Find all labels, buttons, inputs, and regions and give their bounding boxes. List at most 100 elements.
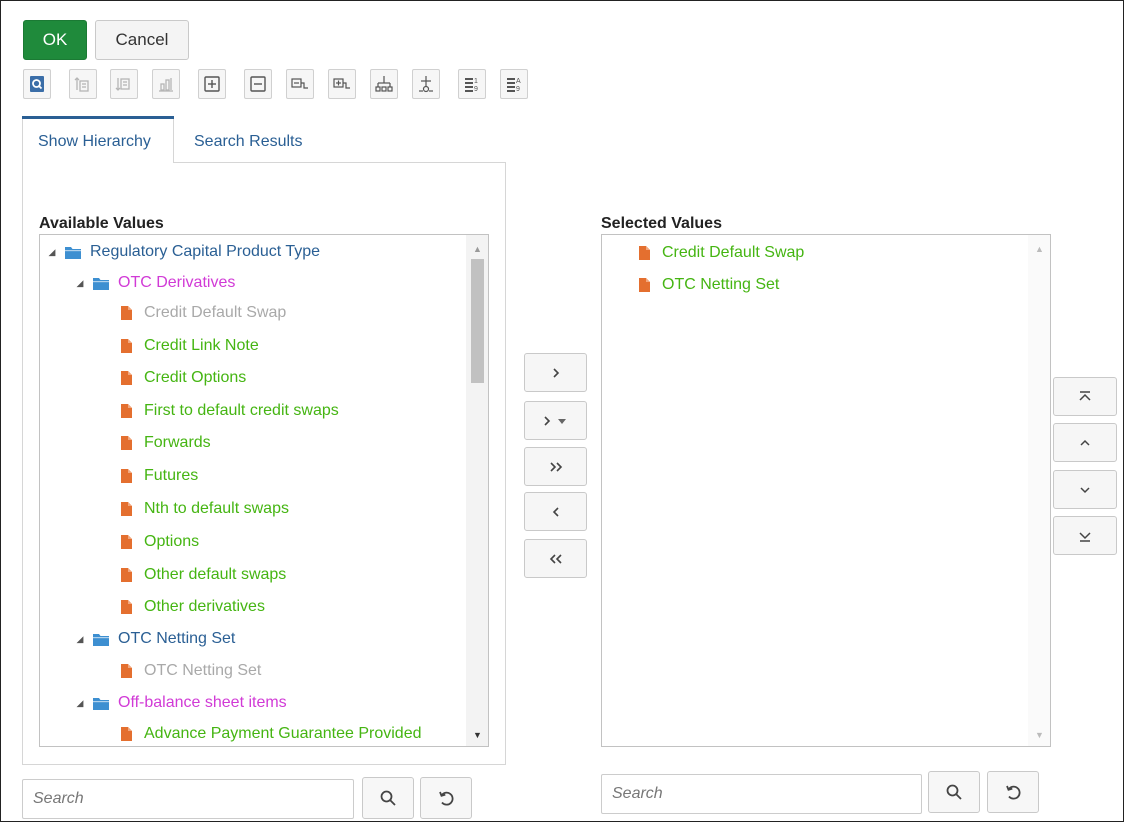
svg-text:A: A: [516, 78, 521, 85]
leaf-node-icon: [121, 436, 132, 450]
collapse-toggle-icon[interactable]: ◢: [74, 634, 86, 645]
leaf-node-icon: [639, 246, 650, 260]
find-icon[interactable]: [23, 69, 51, 99]
tree-leaf-node[interactable]: First to default credit swaps: [118, 398, 339, 424]
scroll-thumb[interactable]: [471, 259, 484, 383]
tree-node-label: Forwards: [144, 434, 211, 451]
move-left-button[interactable]: [524, 492, 587, 531]
leaf-node-icon: [121, 306, 132, 320]
tree-node-label: Other derivatives: [144, 598, 265, 615]
selected-scrollbar[interactable]: ▲ ▼: [1028, 235, 1050, 746]
tree-node-label: Credit Options: [144, 369, 247, 386]
tree-node-label: Nth to default swaps: [144, 500, 289, 517]
scroll-up-arrow[interactable]: ▲: [473, 244, 482, 254]
move-all-right-button[interactable]: [524, 447, 587, 486]
level-icon[interactable]: [152, 69, 180, 99]
reset-icon: [1006, 785, 1021, 800]
available-search-button[interactable]: [362, 777, 414, 819]
expand-branch-icon[interactable]: [286, 69, 314, 99]
active-tab-indicator: [22, 116, 174, 119]
leaf-node-icon: [121, 502, 132, 516]
selected-value-item[interactable]: Credit Default Swap: [636, 240, 804, 266]
reset-icon: [439, 791, 454, 806]
expand-icon[interactable]: [198, 69, 226, 99]
tree-node-label: Off-balance sheet items: [118, 694, 287, 711]
selected-search-button[interactable]: [928, 771, 980, 813]
collapse-toggle-icon[interactable]: ◢: [74, 278, 86, 289]
tab-border-right: [173, 119, 174, 163]
tree-leaf-node[interactable]: Futures: [118, 463, 198, 489]
svg-text:1: 1: [474, 78, 478, 85]
tree-leaf-node[interactable]: Credit Default Swap: [118, 300, 286, 326]
collapse-toggle-icon[interactable]: ◢: [46, 247, 58, 258]
available-values-heading: Available Values: [39, 215, 164, 232]
selected-reset-button[interactable]: [987, 771, 1039, 813]
tree-leaf-node[interactable]: Credit Options: [118, 365, 246, 391]
svg-text:9: 9: [474, 86, 478, 93]
selected-values-heading: Selected Values: [601, 215, 722, 232]
collapse-branch-icon[interactable]: [328, 69, 356, 99]
leaf-node-icon: [121, 404, 132, 418]
tree-leaf-node[interactable]: Options: [118, 529, 199, 555]
selected-value-item[interactable]: OTC Netting Set: [636, 272, 779, 298]
tree-leaf-node[interactable]: OTC Netting Set: [118, 658, 261, 684]
tree-folder-node[interactable]: ◢ OTC Netting Set: [74, 626, 236, 652]
available-search-input[interactable]: [22, 779, 354, 819]
leaf-node-icon: [639, 278, 650, 292]
show-hierarchy-icon[interactable]: [370, 69, 398, 99]
focus-icon[interactable]: [412, 69, 440, 99]
selected-search-input[interactable]: [601, 774, 922, 814]
folder-icon: [93, 634, 109, 646]
move-to-bottom-button[interactable]: [1053, 516, 1117, 555]
leaf-node-icon: [121, 600, 132, 614]
search-icon: [946, 784, 962, 800]
selected-value-label: Credit Default Swap: [662, 244, 805, 261]
tree-leaf-node[interactable]: Credit Link Note: [118, 333, 259, 359]
tab-show-hierarchy[interactable]: Show Hierarchy: [38, 133, 151, 151]
ok-button[interactable]: OK: [23, 20, 87, 60]
tree-folder-node[interactable]: ◢ OTC Derivatives: [74, 270, 236, 296]
tree-node-label: OTC Netting Set: [118, 630, 236, 647]
available-reset-button[interactable]: [420, 777, 472, 819]
tree-folder-node[interactable]: ◢ Off-balance sheet items: [74, 690, 287, 716]
available-scrollbar[interactable]: ▲ ▼: [466, 235, 488, 746]
leaf-node-icon: [121, 664, 132, 678]
move-all-left-button[interactable]: [524, 539, 587, 578]
tab-border-left: [22, 119, 23, 163]
move-down-icon[interactable]: [110, 69, 138, 99]
tree-node-label: Options: [144, 533, 200, 550]
move-right-button[interactable]: [524, 353, 587, 392]
selected-value-label: OTC Netting Set: [662, 276, 780, 293]
tree-node-label: Other default swaps: [144, 566, 287, 583]
scroll-down-arrow[interactable]: ▼: [1035, 730, 1044, 740]
scroll-up-arrow[interactable]: ▲: [1035, 244, 1044, 254]
leaf-node-icon: [121, 568, 132, 582]
tab-search-results[interactable]: Search Results: [194, 133, 303, 151]
svg-text:9: 9: [516, 86, 520, 93]
tree-leaf-node[interactable]: Other derivatives: [118, 594, 265, 620]
tree-node-label: OTC Derivatives: [118, 274, 236, 291]
leaf-node-icon: [121, 339, 132, 353]
move-selected-dropdown-button[interactable]: [524, 401, 587, 440]
tree-leaf-node[interactable]: Nth to default swaps: [118, 496, 289, 522]
scroll-down-arrow[interactable]: ▼: [473, 730, 482, 740]
selected-values-list[interactable]: ▲ ▼ Credit Default Swap OTC Netting Set: [601, 234, 1051, 747]
tree-node-label: OTC Netting Set: [144, 662, 262, 679]
leaf-node-icon: [121, 469, 132, 483]
sort-code-icon[interactable]: 19: [458, 69, 486, 99]
tree-folder-node[interactable]: ◢ Regulatory Capital Product Type: [46, 239, 321, 265]
tree-node-label: First to default credit swaps: [144, 402, 339, 419]
tree-leaf-node[interactable]: Other default swaps: [118, 562, 286, 588]
move-up-icon[interactable]: [69, 69, 97, 99]
collapse-icon[interactable]: [244, 69, 272, 99]
move-down-button[interactable]: [1053, 470, 1117, 509]
collapse-toggle-icon[interactable]: ◢: [74, 698, 86, 709]
move-up-button[interactable]: [1053, 423, 1117, 462]
folder-icon: [93, 698, 109, 710]
cancel-button[interactable]: Cancel: [95, 20, 189, 60]
move-to-top-button[interactable]: [1053, 377, 1117, 416]
tree-leaf-node[interactable]: Forwards: [118, 430, 211, 456]
sort-alpha-icon[interactable]: A9: [500, 69, 528, 99]
tree-leaf-node[interactable]: Advance Payment Guarantee Provided: [118, 721, 422, 746]
available-values-list[interactable]: ▲ ▼ ◢ Regulatory Capital Product Type ◢ OTC…: [39, 234, 489, 747]
